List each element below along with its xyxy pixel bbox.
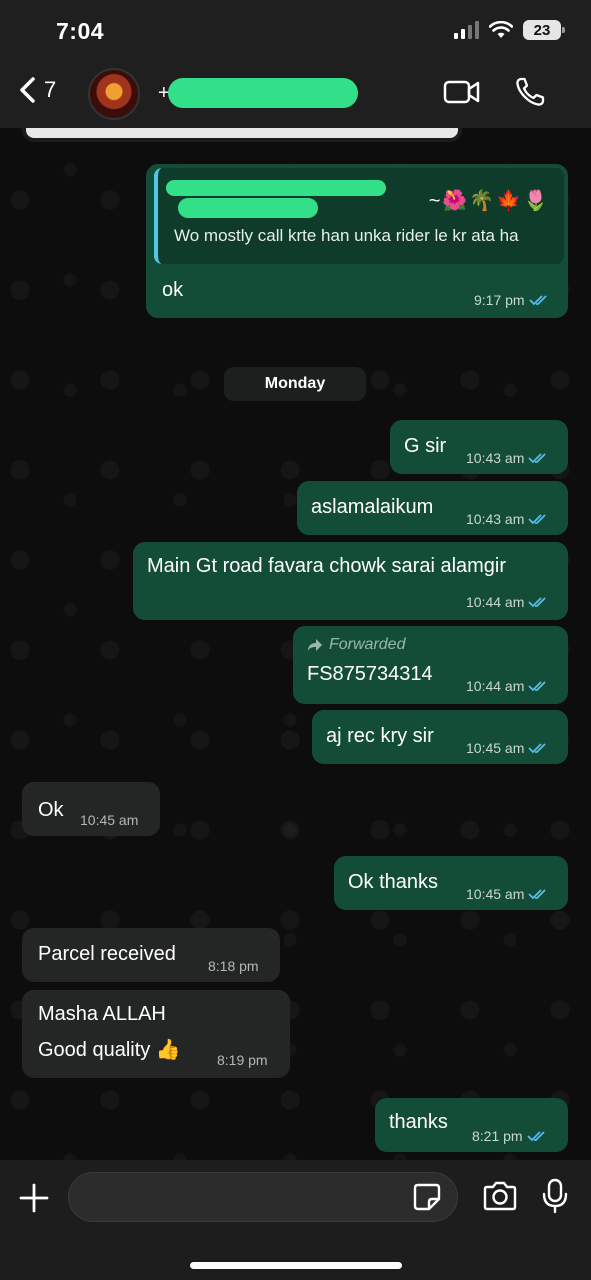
message-outgoing[interactable]: aslamalaikum 10:43 am (297, 481, 568, 535)
message-meta: 9:17 pm (474, 292, 549, 308)
message-meta: 10:43 am (466, 450, 548, 466)
message-text: ok (162, 279, 184, 301)
message-time: 9:17 pm (474, 292, 525, 308)
chevron-left-icon (20, 77, 35, 103)
cellular-signal-icon (454, 21, 479, 39)
unread-count: 7 (44, 77, 57, 102)
read-ticks-icon (528, 597, 547, 608)
day-separator: Monday (224, 367, 366, 401)
message-time: 10:45 am (466, 886, 525, 902)
message-time: 10:45 am (80, 812, 139, 828)
message-meta: 10:44 am (466, 594, 548, 610)
message-text-line: Good quality 👍 (38, 1039, 181, 1061)
home-indicator (190, 1262, 402, 1269)
message-outgoing[interactable]: Ok thanks 10:45 am (334, 856, 568, 910)
message-outgoing[interactable]: Forwarded FS875734314 10:44 am (293, 626, 568, 704)
microphone-icon[interactable] (542, 1178, 568, 1214)
read-ticks-icon (528, 743, 547, 754)
message-meta: 10:43 am (466, 511, 548, 527)
chat-header: 7:04 23 7 + (0, 0, 591, 128)
plus-icon[interactable] (18, 1182, 50, 1214)
read-ticks-icon (526, 1131, 545, 1142)
message-text: aj rec kry sir (326, 725, 434, 747)
read-ticks-icon (528, 453, 547, 464)
forwarded-label: Forwarded (307, 636, 405, 654)
quoted-message[interactable]: ~🌺🌴🍁🌷 Wo mostly call krte han unka rider… (154, 168, 564, 264)
redaction-mark (166, 180, 386, 196)
forward-arrow-icon (308, 639, 322, 651)
partial-message-bubble (22, 128, 462, 142)
phone-icon[interactable] (514, 76, 546, 108)
message-text: FS875734314 (307, 663, 433, 685)
read-ticks-icon (528, 295, 547, 306)
message-list[interactable]: ~🌺🌴🍁🌷 Wo mostly call krte han unka rider… (0, 128, 591, 1160)
message-time: 10:45 am (466, 740, 525, 756)
message-text: Ok (38, 799, 64, 821)
message-meta: 10:45 am (466, 886, 548, 902)
message-outgoing[interactable]: thanks 8:21 pm (375, 1098, 568, 1152)
back-button[interactable]: 7 (18, 76, 56, 104)
camera-icon[interactable] (482, 1180, 518, 1212)
compose-bar (0, 1160, 591, 1280)
message-text: Main Gt road favara chowk sarai alamgir (147, 555, 507, 577)
redaction-mark (178, 198, 318, 218)
redaction-mark (168, 78, 358, 108)
contact-avatar[interactable] (88, 68, 140, 120)
message-time: 10:43 am (466, 511, 525, 527)
message-incoming[interactable]: Parcel received 8:18 pm (22, 928, 280, 982)
message-incoming[interactable]: Masha ALLAH Good quality 👍 8:19 pm (22, 990, 290, 1078)
message-outgoing[interactable]: aj rec kry sir 10:45 am (312, 710, 568, 764)
read-ticks-icon (528, 889, 547, 900)
message-meta: 10:45 am (80, 812, 138, 828)
message-text-line: Masha ALLAH (38, 1003, 166, 1025)
message-time: 8:19 pm (217, 1052, 268, 1068)
status-icons: 23 (454, 20, 565, 40)
wifi-icon (489, 21, 513, 38)
message-text: aslamalaikum (311, 496, 434, 518)
battery-indicator: 23 (523, 20, 565, 40)
message-text: thanks (389, 1111, 448, 1133)
forwarded-text: Forwarded (329, 636, 406, 653)
message-time: 8:18 pm (208, 958, 259, 974)
message-meta: 10:44 am (466, 678, 548, 694)
status-time: 7:04 (56, 18, 105, 44)
message-time: 10:43 am (466, 450, 525, 466)
message-incoming[interactable]: Ok 10:45 am (22, 782, 160, 836)
message-meta: 10:45 am (466, 740, 548, 756)
quoted-text: Wo mostly call krte han unka rider le kr… (174, 226, 519, 245)
message-input[interactable] (68, 1172, 458, 1222)
message-text: Ok thanks (348, 871, 439, 893)
quoted-sender-emojis: ~🌺🌴🍁🌷 (428, 190, 550, 212)
sticker-icon[interactable] (412, 1182, 442, 1212)
message-time: 8:21 pm (472, 1128, 523, 1144)
message-meta: 8:18 pm (208, 958, 259, 974)
message-outgoing[interactable]: G sir 10:43 am (390, 420, 568, 474)
message-meta: 8:19 pm (217, 1052, 268, 1068)
message-time: 10:44 am (466, 678, 525, 694)
video-camera-icon[interactable] (443, 78, 481, 106)
message-text: Parcel received (38, 943, 176, 965)
message-meta: 8:21 pm (472, 1128, 547, 1144)
read-ticks-icon (528, 681, 547, 692)
message-outgoing[interactable]: Main Gt road favara chowk sarai alamgir … (133, 542, 568, 620)
message-time: 10:44 am (466, 594, 525, 610)
read-ticks-icon (528, 514, 547, 525)
message-text: G sir (404, 435, 447, 457)
